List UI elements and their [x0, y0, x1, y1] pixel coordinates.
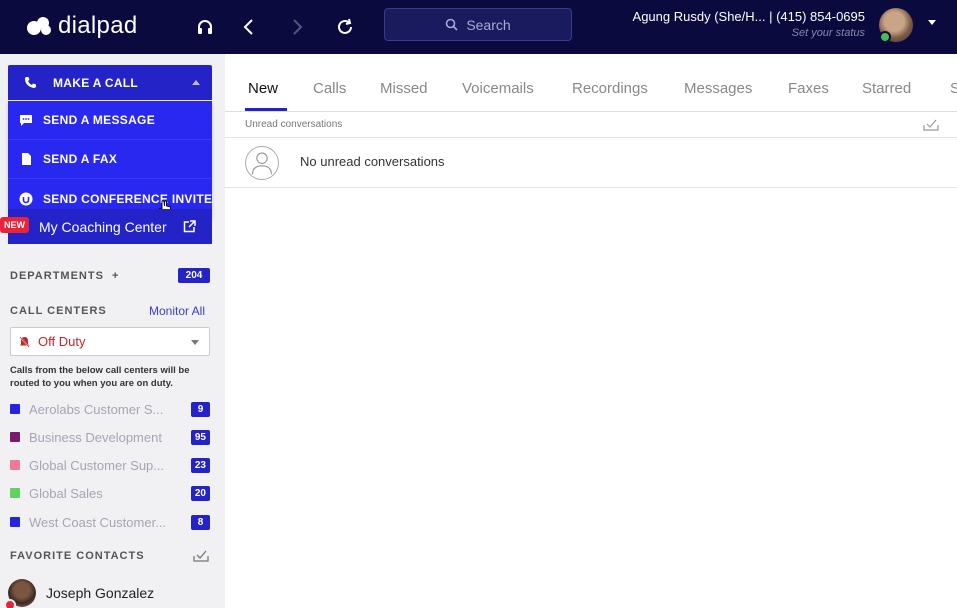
user-status[interactable]: Set your status [792, 27, 865, 39]
call-center-item[interactable]: Business Development 95 [10, 427, 215, 447]
send-message-item[interactable]: SEND A MESSAGE [8, 101, 212, 140]
unread-label: Unread conversations [245, 119, 343, 130]
tab-starred[interactable]: Starred [862, 80, 911, 97]
message-icon [19, 113, 33, 127]
sidebar: MAKE A CALL SEND A MESSAGE SEND A FAX SE… [0, 54, 225, 608]
color-swatch [10, 460, 20, 470]
chevron-up-icon[interactable] [192, 80, 200, 85]
duty-status-select[interactable]: Off Duty [10, 327, 210, 356]
search-placeholder: Search [466, 16, 511, 33]
tab-messages[interactable]: Messages [684, 80, 752, 97]
call-center-count: 95 [190, 430, 210, 445]
contact-avatar [4, 579, 36, 608]
tab-missed[interactable]: Missed [380, 80, 428, 97]
mark-all-read-icon[interactable] [923, 118, 939, 136]
call-center-name: West Coast Customer... [29, 514, 167, 530]
new-badge: NEW [0, 217, 29, 233]
monitor-all-link[interactable]: Monitor All [149, 304, 205, 318]
unread-header: Unread conversations [225, 112, 957, 138]
color-swatch [10, 517, 20, 527]
search-icon [446, 18, 458, 31]
do-not-disturb-icon [4, 599, 16, 608]
person-icon [245, 146, 279, 180]
color-swatch [10, 404, 20, 414]
duty-status-value: Off Duty [38, 334, 86, 349]
dialpad-logo[interactable]: dialpad [26, 12, 138, 40]
back-icon[interactable] [236, 14, 262, 40]
add-department-icon[interactable]: + [112, 270, 119, 282]
contact-name: Joseph Gonzalez [46, 585, 155, 601]
tab-recordings[interactable]: Recordings [572, 80, 648, 97]
empty-state-row: No unread conversations [225, 138, 957, 188]
make-call-label: MAKE A CALL [53, 75, 139, 90]
top-bar: dialpad Search Agung Rusdy (She/H... | (… [0, 0, 957, 54]
user-name[interactable]: Agung Rusdy (She/H... | (415) 854-0695 [633, 9, 865, 24]
tab-more[interactable]: S [950, 80, 957, 97]
call-center-count: 23 [190, 458, 210, 473]
external-link-icon [183, 220, 196, 236]
color-swatch [10, 488, 20, 498]
duty-note: Calls from the below call centers will b… [10, 365, 190, 389]
mark-read-icon[interactable] [193, 549, 209, 567]
contact-item[interactable]: Joseph Gonzalez [4, 579, 155, 608]
call-menu: SEND A MESSAGE SEND A FAX SEND CONFERENC… [8, 101, 212, 218]
send-fax-label: SEND A FAX [43, 152, 118, 166]
departments-header[interactable]: DEPARTMENTS + [10, 270, 119, 282]
call-center-count: 20 [190, 486, 210, 501]
tab-voicemails[interactable]: Voicemails [462, 80, 534, 97]
presence-indicator [879, 31, 891, 43]
color-swatch [10, 432, 20, 442]
headset-icon[interactable] [192, 14, 218, 40]
call-center-item[interactable]: Global Customer Sup... 23 [10, 455, 215, 475]
logo-icon [27, 17, 51, 35]
coaching-center-link[interactable]: My Coaching Center [8, 209, 212, 244]
call-center-name: Global Sales [29, 485, 103, 501]
forward-icon[interactable] [284, 14, 310, 40]
coaching-center-label: My Coaching Center [39, 218, 167, 235]
chevron-down-icon [191, 340, 199, 345]
call-center-item[interactable]: West Coast Customer... 8 [10, 512, 215, 532]
call-centers-label: CALL CENTERS [10, 305, 107, 317]
phone-icon [25, 77, 36, 88]
tab-faxes[interactable]: Faxes [788, 80, 829, 97]
chevron-down-icon[interactable] [928, 20, 936, 25]
logo-text: dialpad [58, 12, 138, 39]
departments-count: 204 [178, 268, 210, 283]
call-center-name: Aerolabs Customer S... [29, 401, 164, 417]
make-call-button[interactable]: MAKE A CALL [8, 65, 212, 100]
bell-off-icon [19, 336, 30, 347]
call-center-name: Business Development [29, 429, 162, 445]
tab-new[interactable]: New [248, 80, 278, 97]
favorite-contacts-label: FAVORITE CONTACTS [10, 550, 145, 562]
fax-icon [19, 152, 33, 166]
send-conference-invite-label: SEND CONFERENCE INVITE [43, 191, 213, 206]
departments-label: DEPARTMENTS [10, 270, 104, 282]
send-message-label: SEND A MESSAGE [43, 113, 155, 127]
call-center-item[interactable]: Aerolabs Customer S... 9 [10, 399, 215, 419]
empty-state-text: No unread conversations [300, 154, 445, 169]
search-input[interactable]: Search [384, 8, 572, 41]
call-center-count: 9 [191, 402, 210, 417]
refresh-icon[interactable] [332, 14, 358, 40]
inbox-tabs: New Calls Missed Voicemails Recordings M… [225, 54, 957, 112]
tab-calls[interactable]: Calls [313, 80, 346, 97]
call-center-item[interactable]: Global Sales 20 [10, 483, 215, 503]
send-fax-item[interactable]: SEND A FAX [8, 140, 212, 179]
call-center-count: 8 [191, 515, 210, 530]
active-tab-indicator [245, 108, 287, 111]
call-center-name: Global Customer Sup... [29, 457, 165, 473]
conference-icon [19, 192, 33, 206]
